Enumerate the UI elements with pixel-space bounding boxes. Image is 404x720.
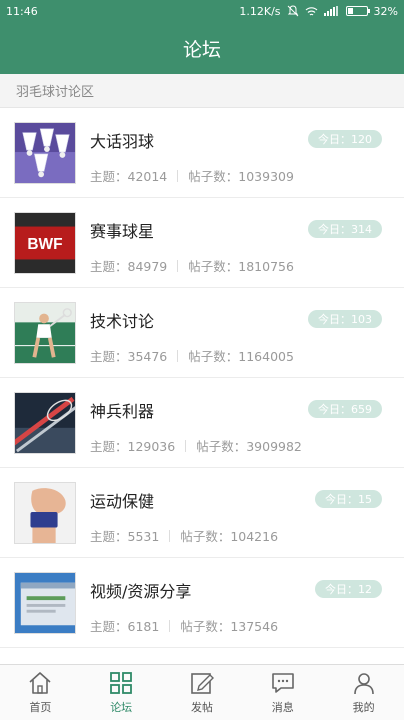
forum-thumbnail	[14, 302, 76, 364]
forum-item[interactable]: 神兵利器 今日：659 主题：129036 帖子数：3909982	[0, 378, 404, 468]
topic-count: 主题：6181	[90, 619, 160, 634]
edit-icon	[191, 673, 214, 694]
screen-image	[15, 573, 75, 633]
forum-stats: 主题：129036 帖子数：3909982	[90, 436, 302, 455]
mute-icon	[287, 5, 299, 17]
forum-stats: 主题：35476 帖子数：1164005	[90, 346, 294, 365]
divider	[169, 619, 171, 632]
tab-forum[interactable]: 论坛	[81, 665, 162, 720]
forum-item[interactable]: 技术讨论 今日：103 主题：35476 帖子数：1164005	[0, 288, 404, 378]
wifi-icon	[305, 6, 318, 17]
grid-icon	[110, 672, 133, 694]
tab-home[interactable]: 首页	[0, 665, 81, 720]
bwf-logo-text: BWF	[27, 236, 62, 253]
forum-name: 技术讨论	[90, 312, 155, 331]
section-header: 羽毛球讨论区	[0, 74, 404, 108]
forum-list: 大话羽球 今日：120 主题：42014 帖子数：1039309 BWF 赛事球…	[0, 108, 404, 648]
status-bar: 11:46 1.12K/s 32%	[0, 0, 404, 22]
forum-name: 神兵利器	[90, 402, 155, 421]
today-count-badge: 今日：314	[308, 220, 382, 238]
status-indicators: 1.12K/s 32%	[239, 5, 398, 18]
post-count: 帖子数：104216	[180, 529, 279, 544]
tab-profile[interactable]: 我的	[323, 665, 404, 720]
section-title: 羽毛球讨论区	[16, 85, 95, 100]
page-title: 论坛	[182, 38, 221, 61]
divider	[177, 169, 179, 182]
app-bar: 论坛	[0, 22, 404, 74]
forum-item[interactable]: BWF 赛事球星 今日：314 主题：84979 帖子数：1810756	[0, 198, 404, 288]
tab-label: 我的	[352, 701, 375, 714]
tab-label: 发帖	[190, 701, 213, 714]
forum-stats: 主题：42014 帖子数：1039309	[90, 166, 294, 185]
forum-name: 大话羽球	[90, 132, 155, 151]
signal-icon	[323, 6, 340, 16]
shuttlecock-image	[15, 123, 75, 183]
wristband-image	[15, 483, 75, 543]
home-icon	[29, 672, 51, 694]
forum-item[interactable]: 视频/资源分享 今日：12 主题：6181 帖子数：137546	[0, 558, 404, 648]
divider	[177, 349, 179, 362]
post-count: 帖子数：1164005	[188, 349, 294, 364]
divider	[169, 529, 171, 542]
battery-percent: 32%	[373, 4, 398, 18]
forum-stats: 主题：5531 帖子数：104216	[90, 526, 278, 545]
battery-icon	[345, 6, 370, 16]
divider	[185, 439, 187, 452]
tab-label: 论坛	[110, 701, 133, 714]
forum-thumbnail	[14, 482, 76, 544]
forum-thumbnail: BWF	[14, 212, 76, 274]
divider	[177, 259, 179, 272]
forum-item[interactable]: 运动保健 今日：15 主题：5531 帖子数：104216	[0, 468, 404, 558]
tab-messages[interactable]: 消息	[242, 665, 323, 720]
forum-thumbnail	[14, 572, 76, 634]
today-count-badge: 今日：15	[315, 490, 382, 508]
topic-count: 主题：129036	[90, 439, 176, 454]
forum-stats: 主题：84979 帖子数：1810756	[90, 256, 294, 275]
topic-count: 主题：42014	[90, 169, 168, 184]
post-count: 帖子数：137546	[180, 619, 279, 634]
message-icon	[271, 673, 294, 693]
today-count-badge: 今日：12	[315, 580, 382, 598]
status-time: 11:46	[6, 4, 38, 18]
tab-label: 消息	[271, 701, 294, 714]
forum-stats: 主题：6181 帖子数：137546	[90, 616, 278, 635]
forum-thumbnail	[14, 392, 76, 454]
today-count-badge: 今日：659	[308, 400, 382, 418]
racket-image	[15, 393, 75, 453]
topic-count: 主题：5531	[90, 529, 160, 544]
forum-thumbnail	[14, 122, 76, 184]
net-speed: 1.12K/s	[239, 4, 281, 18]
post-count: 帖子数：1810756	[188, 259, 294, 274]
bwf-logo-image: BWF	[15, 213, 75, 273]
forum-name: 视频/资源分享	[90, 582, 192, 601]
forum-item[interactable]: 大话羽球 今日：120 主题：42014 帖子数：1039309	[0, 108, 404, 198]
today-count-badge: 今日：103	[308, 310, 382, 328]
player-image	[15, 303, 75, 363]
forum-name: 赛事球星	[90, 222, 155, 241]
topic-count: 主题：35476	[90, 349, 168, 364]
user-icon	[353, 673, 374, 695]
forum-name: 运动保健	[90, 492, 155, 511]
topic-count: 主题：84979	[90, 259, 168, 274]
post-count: 帖子数：3909982	[196, 439, 302, 454]
bottom-tab-bar: 首页 论坛 发帖 消息 我的	[0, 664, 404, 720]
today-count-badge: 今日：120	[308, 130, 382, 148]
tab-label: 首页	[29, 701, 52, 714]
post-count: 帖子数：1039309	[188, 169, 294, 184]
tab-post[interactable]: 发帖	[162, 665, 243, 720]
